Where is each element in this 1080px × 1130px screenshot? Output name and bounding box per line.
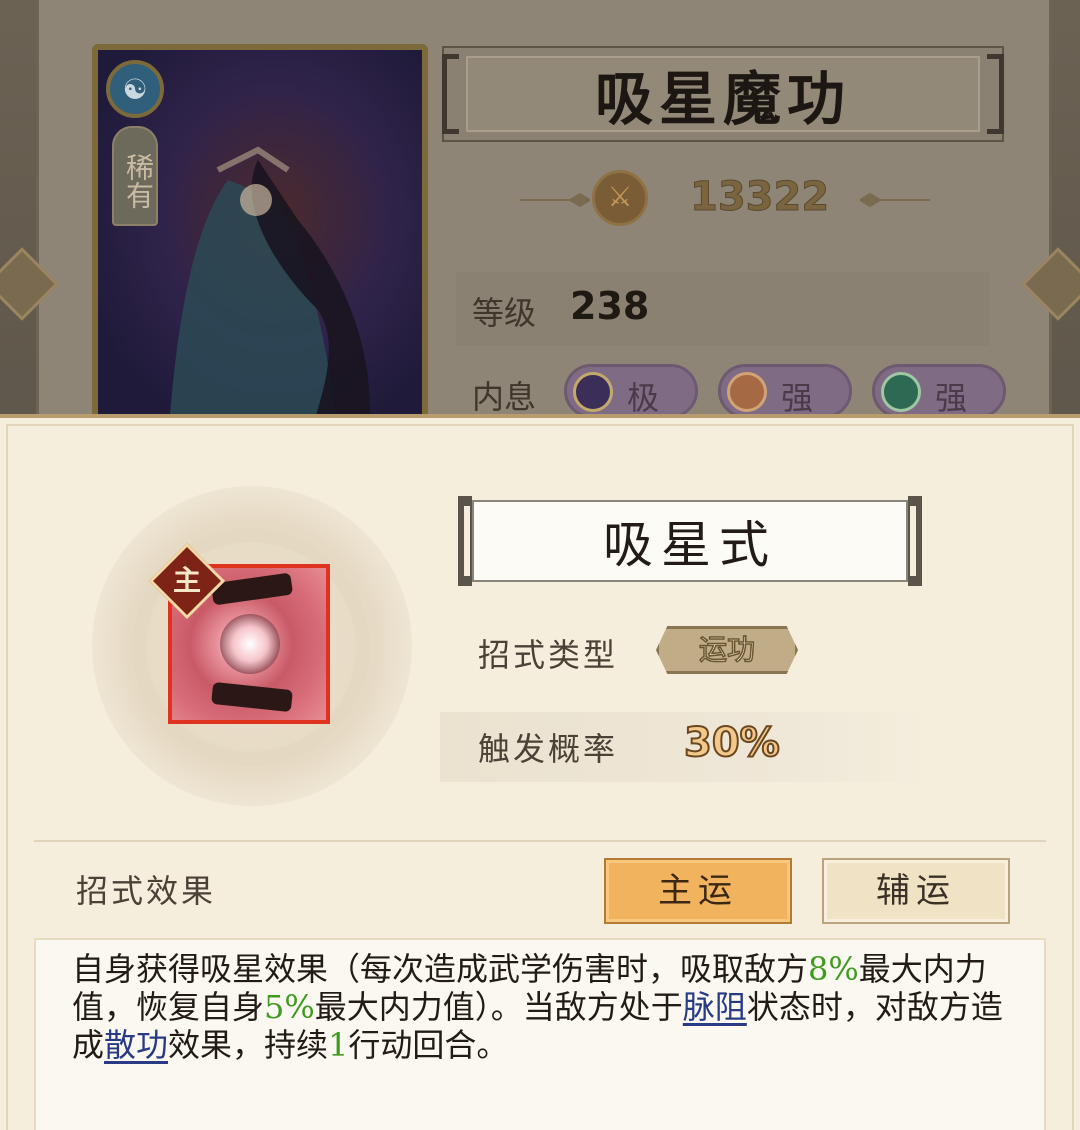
- power-value: 13322: [689, 174, 830, 221]
- yin-yang-icon: ☯: [106, 60, 164, 118]
- power-row: ⚔ 13322: [520, 160, 940, 240]
- effect-description: 自身获得吸星效果（每次造成武学伤害时，吸取敌方8%最大内力值，恢复自身5%最大内…: [72, 950, 1014, 1064]
- level-label: 等级: [472, 294, 537, 332]
- character-illustration: [169, 146, 370, 418]
- ornament-left-icon: [520, 192, 590, 208]
- skill-type-label: 招式类型: [478, 636, 619, 674]
- bracket-left-icon: [458, 496, 472, 586]
- rarity-tag: 稀有: [112, 126, 158, 226]
- desc-value: 8%: [808, 950, 859, 988]
- effect-label: 招式效果: [76, 872, 217, 910]
- status-link-sangong[interactable]: 散功: [104, 1026, 168, 1064]
- moon-icon: [573, 372, 613, 412]
- neixi-pill-1[interactable]: 极: [564, 364, 698, 418]
- claw-top-icon: [210, 572, 294, 606]
- neixi-grade: 极: [627, 379, 660, 417]
- tab-aux-run[interactable]: 辅运: [822, 858, 1010, 924]
- art-title: 吸星魔功: [466, 56, 980, 133]
- level-value: 238: [570, 284, 650, 328]
- neixi-label: 内息: [472, 378, 537, 416]
- trigger-rate-value: 30%: [683, 719, 781, 767]
- divider: [34, 840, 1046, 842]
- desc-value: 5%: [264, 988, 315, 1026]
- claw-bottom-icon: [211, 681, 293, 713]
- skill-name: 吸星式: [472, 500, 908, 582]
- neixi-pill-3[interactable]: 强: [872, 364, 1006, 418]
- bracket-right-icon: [908, 496, 922, 586]
- sun-icon: [727, 372, 767, 412]
- sword-emblem-icon: ⚔: [592, 170, 648, 226]
- trigger-rate-label: 触发概率: [478, 730, 619, 768]
- neixi-grade: 强: [781, 379, 814, 417]
- skill-title-frame: 吸星式: [458, 496, 922, 586]
- ornament-right-icon: [860, 192, 930, 208]
- desc-text: 最大内力值）。当敌方处于: [314, 988, 683, 1026]
- tab-main-run[interactable]: 主运: [604, 858, 792, 924]
- skill-type-badge: 运功: [656, 626, 798, 674]
- desc-text: 自身获得吸星效果（每次造成武学伤害时，吸取敌方: [72, 950, 809, 988]
- skill-detail-modal: 主 吸星式 招式类型 运功 触发概率 30% 招式效果 主运 辅运 自身获得吸星…: [0, 414, 1080, 1130]
- desc-text: 行动回合。: [348, 1026, 509, 1064]
- jade-ring-icon: [881, 372, 921, 412]
- neixi-grade: 强: [935, 379, 968, 417]
- background-page: ☯ 稀有 吸星魔功 ⚔ 13322 等级 238 内息 极 强 强: [0, 0, 1080, 424]
- trigger-rate-row: 触发概率 30%: [440, 712, 936, 782]
- neixi-pill-2[interactable]: 强: [718, 364, 852, 418]
- level-row: 等级 238: [456, 272, 990, 346]
- art-title-frame: 吸星魔功: [442, 46, 1004, 142]
- desc-text: 效果，持续: [168, 1026, 329, 1064]
- effect-description-box: 自身获得吸星效果（每次造成武学伤害时，吸取敌方8%最大内力值，恢复自身5%最大内…: [34, 938, 1046, 1130]
- vortex-icon: [220, 614, 280, 674]
- main-badge-label: 主: [172, 564, 201, 597]
- status-link-maizu[interactable]: 脉阻: [683, 988, 747, 1026]
- desc-value: 1: [328, 1026, 349, 1064]
